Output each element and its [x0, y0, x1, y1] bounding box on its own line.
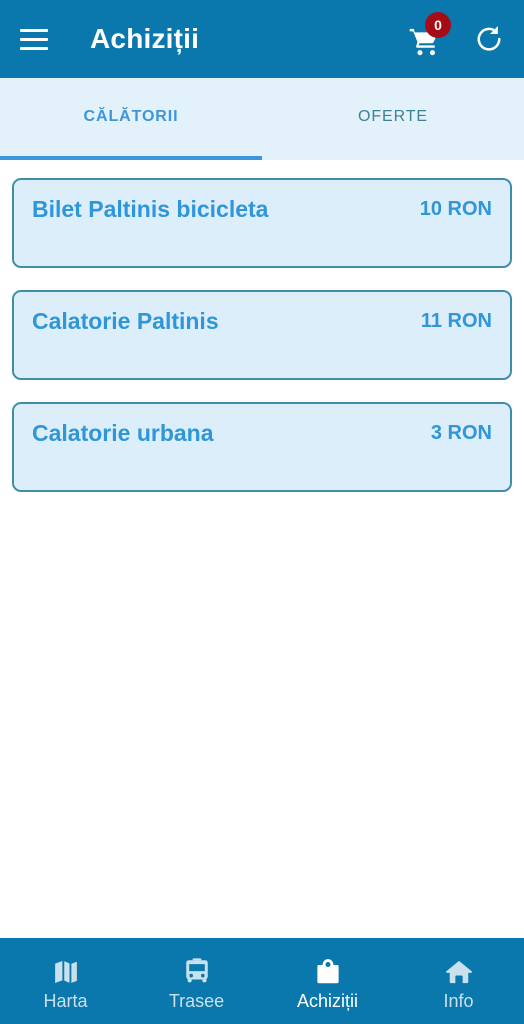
ticket-card[interactable]: Bilet Paltinis bicicleta 10 RON: [12, 178, 512, 268]
tab-oferte[interactable]: OFERTE: [262, 78, 524, 160]
bus-icon: [185, 957, 208, 982]
tab-label: OFERTE: [357, 108, 428, 125]
ticket-card[interactable]: Calatorie Paltinis 11 RON: [12, 290, 512, 380]
ticket-price: 3 RON: [430, 422, 492, 444]
ticket-title: Calatorie Paltinis: [32, 308, 219, 334]
refresh-button[interactable]: [474, 24, 504, 54]
tab-label: CĂLĂTORII: [83, 108, 179, 125]
app-screen: Achiziții 0 CĂLĂTORII OFERTE Bilet Palti…: [0, 0, 524, 1024]
hamburger-bar: [20, 46, 48, 50]
active-tab-indicator: [0, 156, 262, 160]
nav-label: Harta: [43, 990, 88, 1011]
page-title: Achiziții: [90, 23, 200, 54]
refresh-icon: [477, 26, 501, 51]
nav-label: Trasee: [168, 990, 225, 1011]
app-bar: Achiziții 0: [0, 0, 524, 78]
nav-item-info[interactable]: Info: [393, 953, 524, 1010]
nav-item-trasee[interactable]: Trasee: [131, 953, 262, 1010]
nav-label: Achiziții: [296, 990, 358, 1011]
ticket-title: Bilet Paltinis bicicleta: [32, 196, 269, 222]
bottom-navigation: Harta Trasee Achiziții Info: [0, 938, 524, 1024]
purchases-list: Bilet Paltinis bicicleta 10 RON Calatori…: [0, 160, 524, 938]
hamburger-bar: [20, 37, 48, 41]
nav-item-harta[interactable]: Harta: [0, 953, 131, 1010]
tab-bar: CĂLĂTORII OFERTE: [0, 78, 524, 160]
ticket-price: 11 RON: [420, 310, 492, 332]
home-icon: [445, 960, 472, 983]
ticket-title: Calatorie urbana: [32, 420, 214, 446]
nav-label: Info: [443, 990, 474, 1011]
ticket-price: 10 RON: [419, 198, 492, 220]
hamburger-menu-icon[interactable]: [20, 24, 50, 54]
tab-calatorii[interactable]: CĂLĂTORII: [0, 78, 262, 160]
ticket-card[interactable]: Calatorie urbana 3 RON: [12, 402, 512, 492]
map-icon: [54, 960, 77, 983]
cart-count-badge: 0: [425, 12, 451, 38]
hamburger-bar: [20, 28, 48, 32]
app-bar-actions: 0: [406, 12, 504, 58]
shopping-bag-icon: [316, 958, 339, 983]
nav-item-achizitii[interactable]: Achiziții: [262, 953, 393, 1010]
shopping-cart-button[interactable]: 0: [406, 12, 451, 58]
